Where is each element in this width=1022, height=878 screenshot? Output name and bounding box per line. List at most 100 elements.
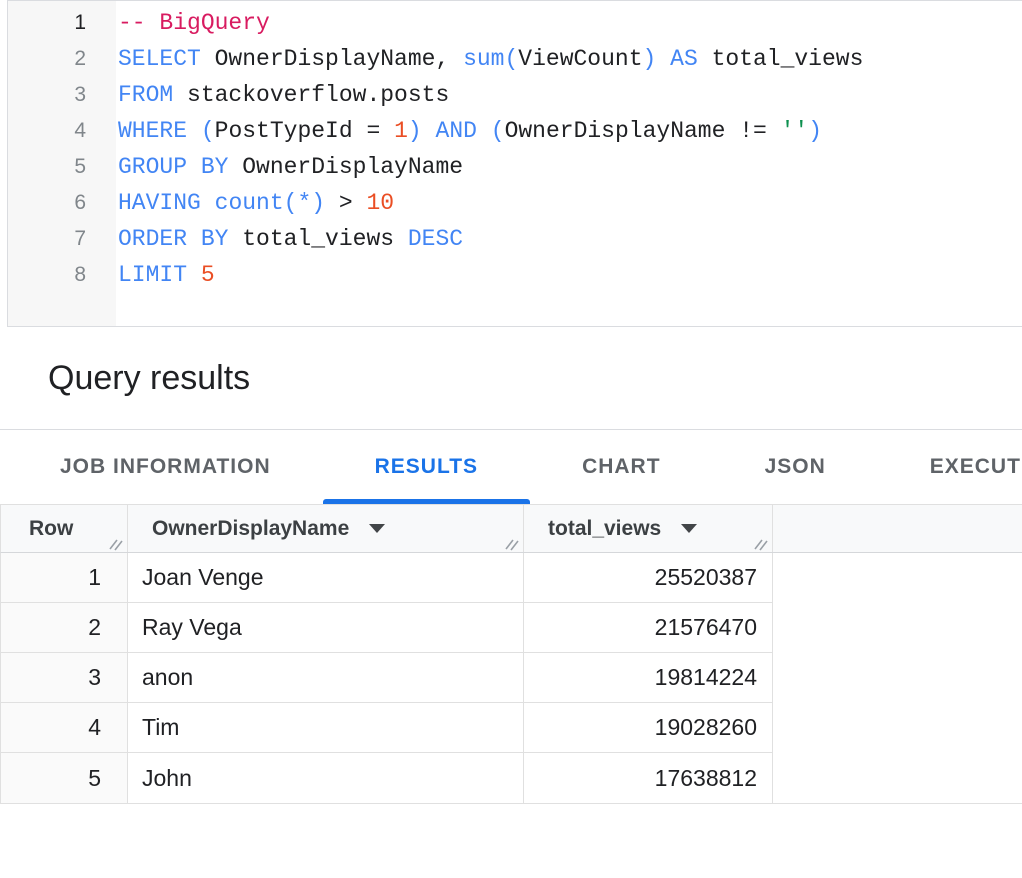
query-results-header: Query results	[0, 327, 1022, 430]
code-token	[201, 190, 215, 216]
code-token: OwnerDisplayName	[228, 154, 463, 180]
editor-gutter: 12345678	[8, 1, 116, 326]
tab-results[interactable]: RESULTS	[323, 430, 530, 504]
owner-display-name-cell: Ray Vega	[128, 603, 524, 652]
column-resize-handle[interactable]	[109, 534, 124, 549]
code-token: )	[643, 46, 657, 72]
code-token: FROM	[118, 82, 173, 108]
sort-dropdown-icon[interactable]	[369, 524, 385, 533]
code-token: ORDER BY	[118, 226, 228, 252]
tab-chart[interactable]: CHART	[530, 430, 713, 504]
column-resize-handle[interactable]	[505, 534, 520, 549]
line-number: 8	[8, 257, 116, 293]
code-token: 1	[394, 118, 408, 144]
code-token: DESC	[408, 226, 463, 252]
line-number: 3	[8, 77, 116, 113]
column-resize-handle[interactable]	[754, 534, 769, 549]
column-header-empty	[773, 505, 1022, 552]
code-token	[187, 262, 201, 288]
code-line[interactable]: -- BigQuery	[118, 5, 1022, 41]
owner-display-name-cell: anon	[128, 653, 524, 702]
code-token: AS	[670, 46, 698, 72]
tab-execution-details[interactable]: EXECUTION DETAILS	[878, 430, 1022, 504]
code-line[interactable]: FROM stackoverflow.posts	[118, 77, 1022, 113]
code-token: GROUP BY	[118, 154, 228, 180]
column-header-total_views[interactable]: total_views	[524, 505, 773, 552]
row-number-cell: 3	[1, 653, 128, 702]
code-line[interactable]: SELECT OwnerDisplayName, sum(ViewCount) …	[118, 41, 1022, 77]
code-token	[477, 118, 491, 144]
total-views-cell: 19814224	[524, 653, 773, 702]
table-row: 4Tim19028260	[1, 703, 772, 753]
code-token: total_views	[228, 226, 407, 252]
code-token: SELECT	[118, 46, 201, 72]
code-line[interactable]: WHERE (PostTypeId = 1) AND (OwnerDisplay…	[118, 113, 1022, 149]
tab-label: CHART	[582, 455, 661, 479]
table-row: 1Joan Venge25520387	[1, 553, 772, 603]
code-token: AND	[436, 118, 477, 144]
line-number: 1	[8, 5, 116, 41]
code-token: >	[325, 190, 366, 216]
code-line[interactable]: LIMIT 5	[118, 257, 1022, 293]
total-views-cell: 19028260	[524, 703, 773, 752]
owner-display-name-cell: Joan Venge	[128, 553, 524, 602]
code-token: (	[491, 118, 505, 144]
code-token: stackoverflow.posts	[173, 82, 449, 108]
table-row: 3anon19814224	[1, 653, 772, 703]
line-number: 5	[8, 149, 116, 185]
code-line[interactable]: GROUP BY OwnerDisplayName	[118, 149, 1022, 185]
tab-label: EXECUTION DETAILS	[930, 455, 1022, 479]
code-token	[187, 118, 201, 144]
total-views-cell: 21576470	[524, 603, 773, 652]
tab-label: JSON	[765, 455, 826, 479]
total-views-cell: 25520387	[524, 553, 773, 602]
code-token: HAVING	[118, 190, 201, 216]
code-token: count(*)	[215, 190, 325, 216]
editor-code[interactable]: -- BigQuery SELECT OwnerDisplayName, sum(…	[116, 1, 1022, 326]
code-token: OwnerDisplayName,	[201, 46, 463, 72]
code-token: )	[808, 118, 822, 144]
sort-dropdown-icon[interactable]	[681, 524, 697, 533]
total-views-cell: 17638812	[524, 753, 773, 803]
code-token: WHERE	[118, 118, 187, 144]
tab-job-information[interactable]: JOB INFORMATION	[8, 430, 323, 504]
column-header-ownerdisplayname[interactable]: OwnerDisplayName	[128, 505, 524, 552]
owner-display-name-cell: John	[128, 753, 524, 803]
table-bottom-border	[0, 803, 1022, 804]
code-token: sum(	[463, 46, 518, 72]
line-number: 2	[8, 41, 116, 77]
code-token: OwnerDisplayName !=	[505, 118, 781, 144]
code-token: ViewCount	[518, 46, 642, 72]
code-token: LIMIT	[118, 262, 187, 288]
code-token: )	[408, 118, 422, 144]
code-token	[422, 118, 436, 144]
line-number: 7	[8, 221, 116, 257]
code-token: 10	[366, 190, 394, 216]
column-header-label: OwnerDisplayName	[152, 517, 349, 541]
table-body: 1Joan Venge255203872Ray Vega215764703ano…	[0, 553, 773, 803]
code-line[interactable]: HAVING count(*) > 10	[118, 185, 1022, 221]
active-tab-indicator	[323, 499, 530, 504]
line-number: 6	[8, 185, 116, 221]
table-header-row: Row OwnerDisplayName total_views	[0, 505, 1022, 553]
owner-display-name-cell: Tim	[128, 703, 524, 752]
code-token: 5	[201, 262, 215, 288]
column-header-label: total_views	[548, 517, 661, 541]
code-token: total_views	[698, 46, 864, 72]
tab-json[interactable]: JSON	[713, 430, 878, 504]
column-header-row[interactable]: Row	[1, 505, 128, 552]
row-number-cell: 5	[1, 753, 128, 803]
line-number: 4	[8, 113, 116, 149]
row-number-cell: 2	[1, 603, 128, 652]
code-token: PostTypeId =	[215, 118, 394, 144]
tab-label: JOB INFORMATION	[60, 455, 271, 479]
table-row: 2Ray Vega21576470	[1, 603, 772, 653]
sql-editor[interactable]: 12345678 -- BigQuerySELECT OwnerDisplayN…	[7, 0, 1022, 327]
row-number-cell: 4	[1, 703, 128, 752]
code-token: -- BigQuery	[118, 10, 270, 36]
page-title: Query results	[48, 359, 250, 398]
results-table: Row OwnerDisplayName total_views 1Joan Ven…	[0, 505, 1022, 804]
code-token: (	[201, 118, 215, 144]
code-line[interactable]: ORDER BY total_views DESC	[118, 221, 1022, 257]
table-row: 5John17638812	[1, 753, 772, 803]
